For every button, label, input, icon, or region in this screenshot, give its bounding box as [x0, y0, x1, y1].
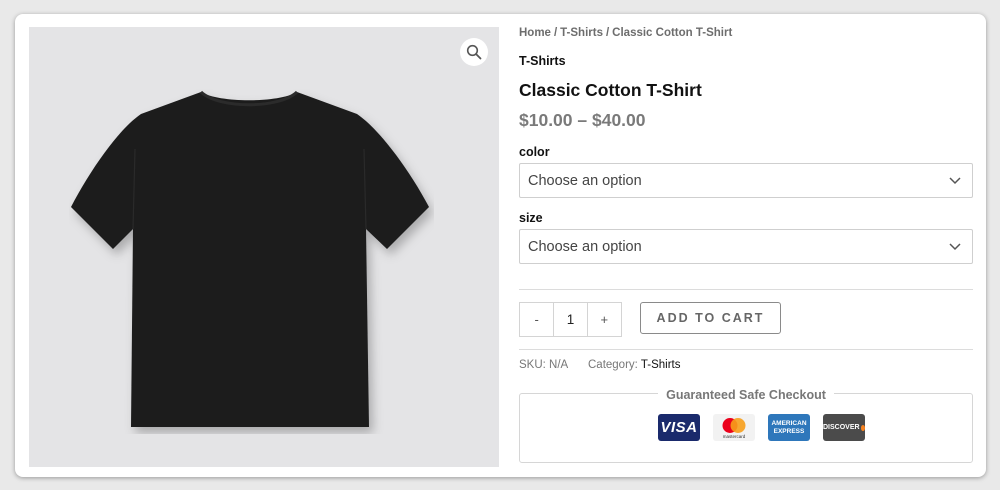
- discover-dot: [860, 424, 865, 431]
- size-select[interactable]: Choose an option: [519, 229, 973, 264]
- sku-value: N/A: [549, 359, 568, 371]
- sku-label: SKU:: [519, 359, 546, 371]
- chevron-down-icon: [949, 243, 961, 251]
- amex-text-top: AMERICAN: [771, 419, 807, 427]
- breadcrumb-home[interactable]: Home: [519, 27, 551, 39]
- product-title: Classic Cotton T-Shirt: [519, 80, 702, 100]
- add-to-cart-button[interactable]: ADD TO CART: [640, 302, 781, 334]
- amex-text-bottom: EXPRESS: [773, 427, 805, 435]
- product-price: $10.00 – $40.00: [519, 110, 646, 130]
- visa-icon: VISA: [658, 414, 700, 441]
- divider: [519, 349, 973, 350]
- breadcrumb: Home / T-Shirts / Classic Cotton T-Shirt: [519, 27, 732, 39]
- discover-text: DISCOVER: [823, 424, 860, 431]
- product-meta: SKU: N/A Category: T-Shirts: [519, 359, 680, 371]
- product-card: Home / T-Shirts / Classic Cotton T-Shirt T-S…: [15, 14, 986, 477]
- breadcrumb-category[interactable]: T-Shirts: [560, 27, 603, 39]
- size-select-value: Choose an option: [528, 238, 642, 255]
- mastercard-text: mastercard: [722, 433, 746, 439]
- color-label: color: [519, 145, 550, 159]
- breadcrumb-separator: /: [553, 27, 558, 39]
- divider: [519, 289, 973, 290]
- quantity-minus-button[interactable]: -: [520, 303, 553, 336]
- discover-icon: DISCOVER: [823, 414, 865, 441]
- color-select-value: Choose an option: [528, 172, 642, 189]
- size-label: size: [519, 211, 543, 225]
- safe-checkout-title: Guaranteed Safe Checkout: [519, 386, 973, 404]
- payment-icons: VISA mastercard AMERICAN EXPRESS DISCOVE…: [658, 414, 865, 441]
- category-label: Category:: [588, 359, 638, 371]
- quantity-input[interactable]: 1: [553, 303, 588, 336]
- product-category-link[interactable]: T-Shirts: [519, 54, 566, 68]
- search-icon: [466, 44, 482, 60]
- safe-checkout-title-text: Guaranteed Safe Checkout: [658, 388, 834, 402]
- breadcrumb-separator: /: [605, 27, 610, 39]
- mastercard-icon: mastercard: [713, 414, 755, 441]
- amex-icon: AMERICAN EXPRESS: [768, 414, 810, 441]
- zoom-button[interactable]: [460, 38, 488, 66]
- chevron-down-icon: [949, 177, 961, 185]
- category-link[interactable]: T-Shirts: [641, 359, 681, 371]
- visa-text: VISA: [660, 419, 698, 436]
- quantity-stepper: - 1 +: [519, 302, 622, 337]
- color-select[interactable]: Choose an option: [519, 163, 973, 198]
- mastercard-circles: [722, 417, 746, 433]
- product-gallery: [29, 27, 499, 467]
- quantity-plus-button[interactable]: +: [588, 303, 621, 336]
- breadcrumb-current: Classic Cotton T-Shirt: [612, 27, 733, 39]
- product-image[interactable]: [69, 89, 434, 434]
